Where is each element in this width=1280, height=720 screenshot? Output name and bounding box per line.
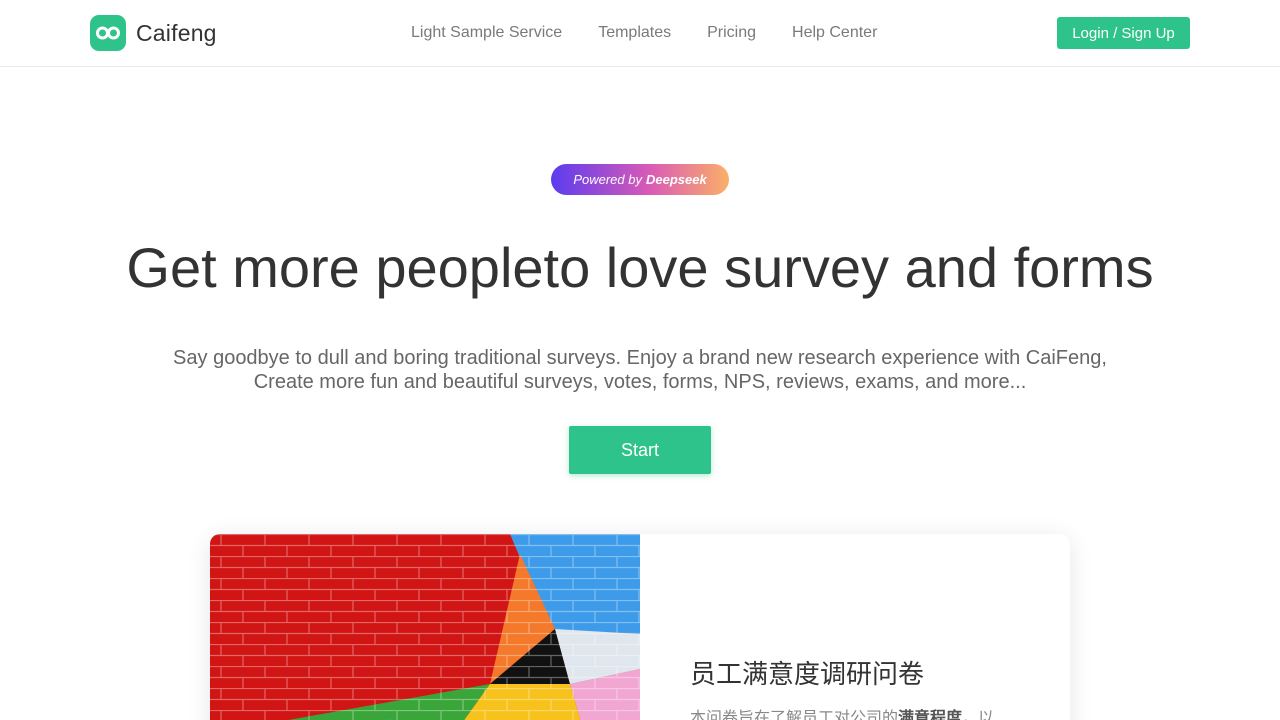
badge-brand: Deepseek <box>645 172 707 187</box>
card-desc-bold: 满意程度 <box>898 708 963 720</box>
card-desc-prefix: 本问卷旨在了解员工对公司的 <box>690 708 899 720</box>
template-card[interactable]: 员工满意度调研问卷 本问卷旨在了解员工对公司的满意程度，以 <box>210 534 1070 720</box>
hero-subtitle-line-2: Create more fun and beautiful surveys, v… <box>253 371 1027 393</box>
nav-pricing[interactable]: Pricing <box>707 23 756 43</box>
card-description: 本问卷旨在了解员工对公司的满意程度，以 <box>690 704 1030 720</box>
card-title: 员工满意度调研问卷 <box>690 660 925 690</box>
hero-title: Get more peopleto love survey and forms <box>126 236 1154 299</box>
hero-subtitle-line-1: Say goodbye to dull and boring tradition… <box>173 347 1107 369</box>
brand-logo[interactable]: Caifeng <box>90 15 217 51</box>
powered-by-badge: Powered by Deepseek <box>551 164 729 195</box>
hero-subtitle: Say goodbye to dull and boring tradition… <box>0 346 1280 394</box>
main-menu: Light Sample Service Templates Pricing H… <box>411 23 877 43</box>
login-signup-button[interactable]: Login / Sign Up <box>1057 17 1190 49</box>
brand-name: Caifeng <box>136 19 217 46</box>
nav-light-sample-service[interactable]: Light Sample Service <box>411 23 562 43</box>
infinity-icon <box>90 15 126 51</box>
top-navbar: Caifeng Light Sample Service Templates P… <box>0 0 1280 67</box>
nav-help-center[interactable]: Help Center <box>792 23 877 43</box>
card-desc-suffix: ，以 <box>962 708 995 720</box>
colorful-brick-wall-image <box>210 534 640 720</box>
badge-prefix: Powered by <box>573 172 642 187</box>
nav-templates[interactable]: Templates <box>598 23 671 43</box>
start-button[interactable]: Start <box>569 426 711 474</box>
